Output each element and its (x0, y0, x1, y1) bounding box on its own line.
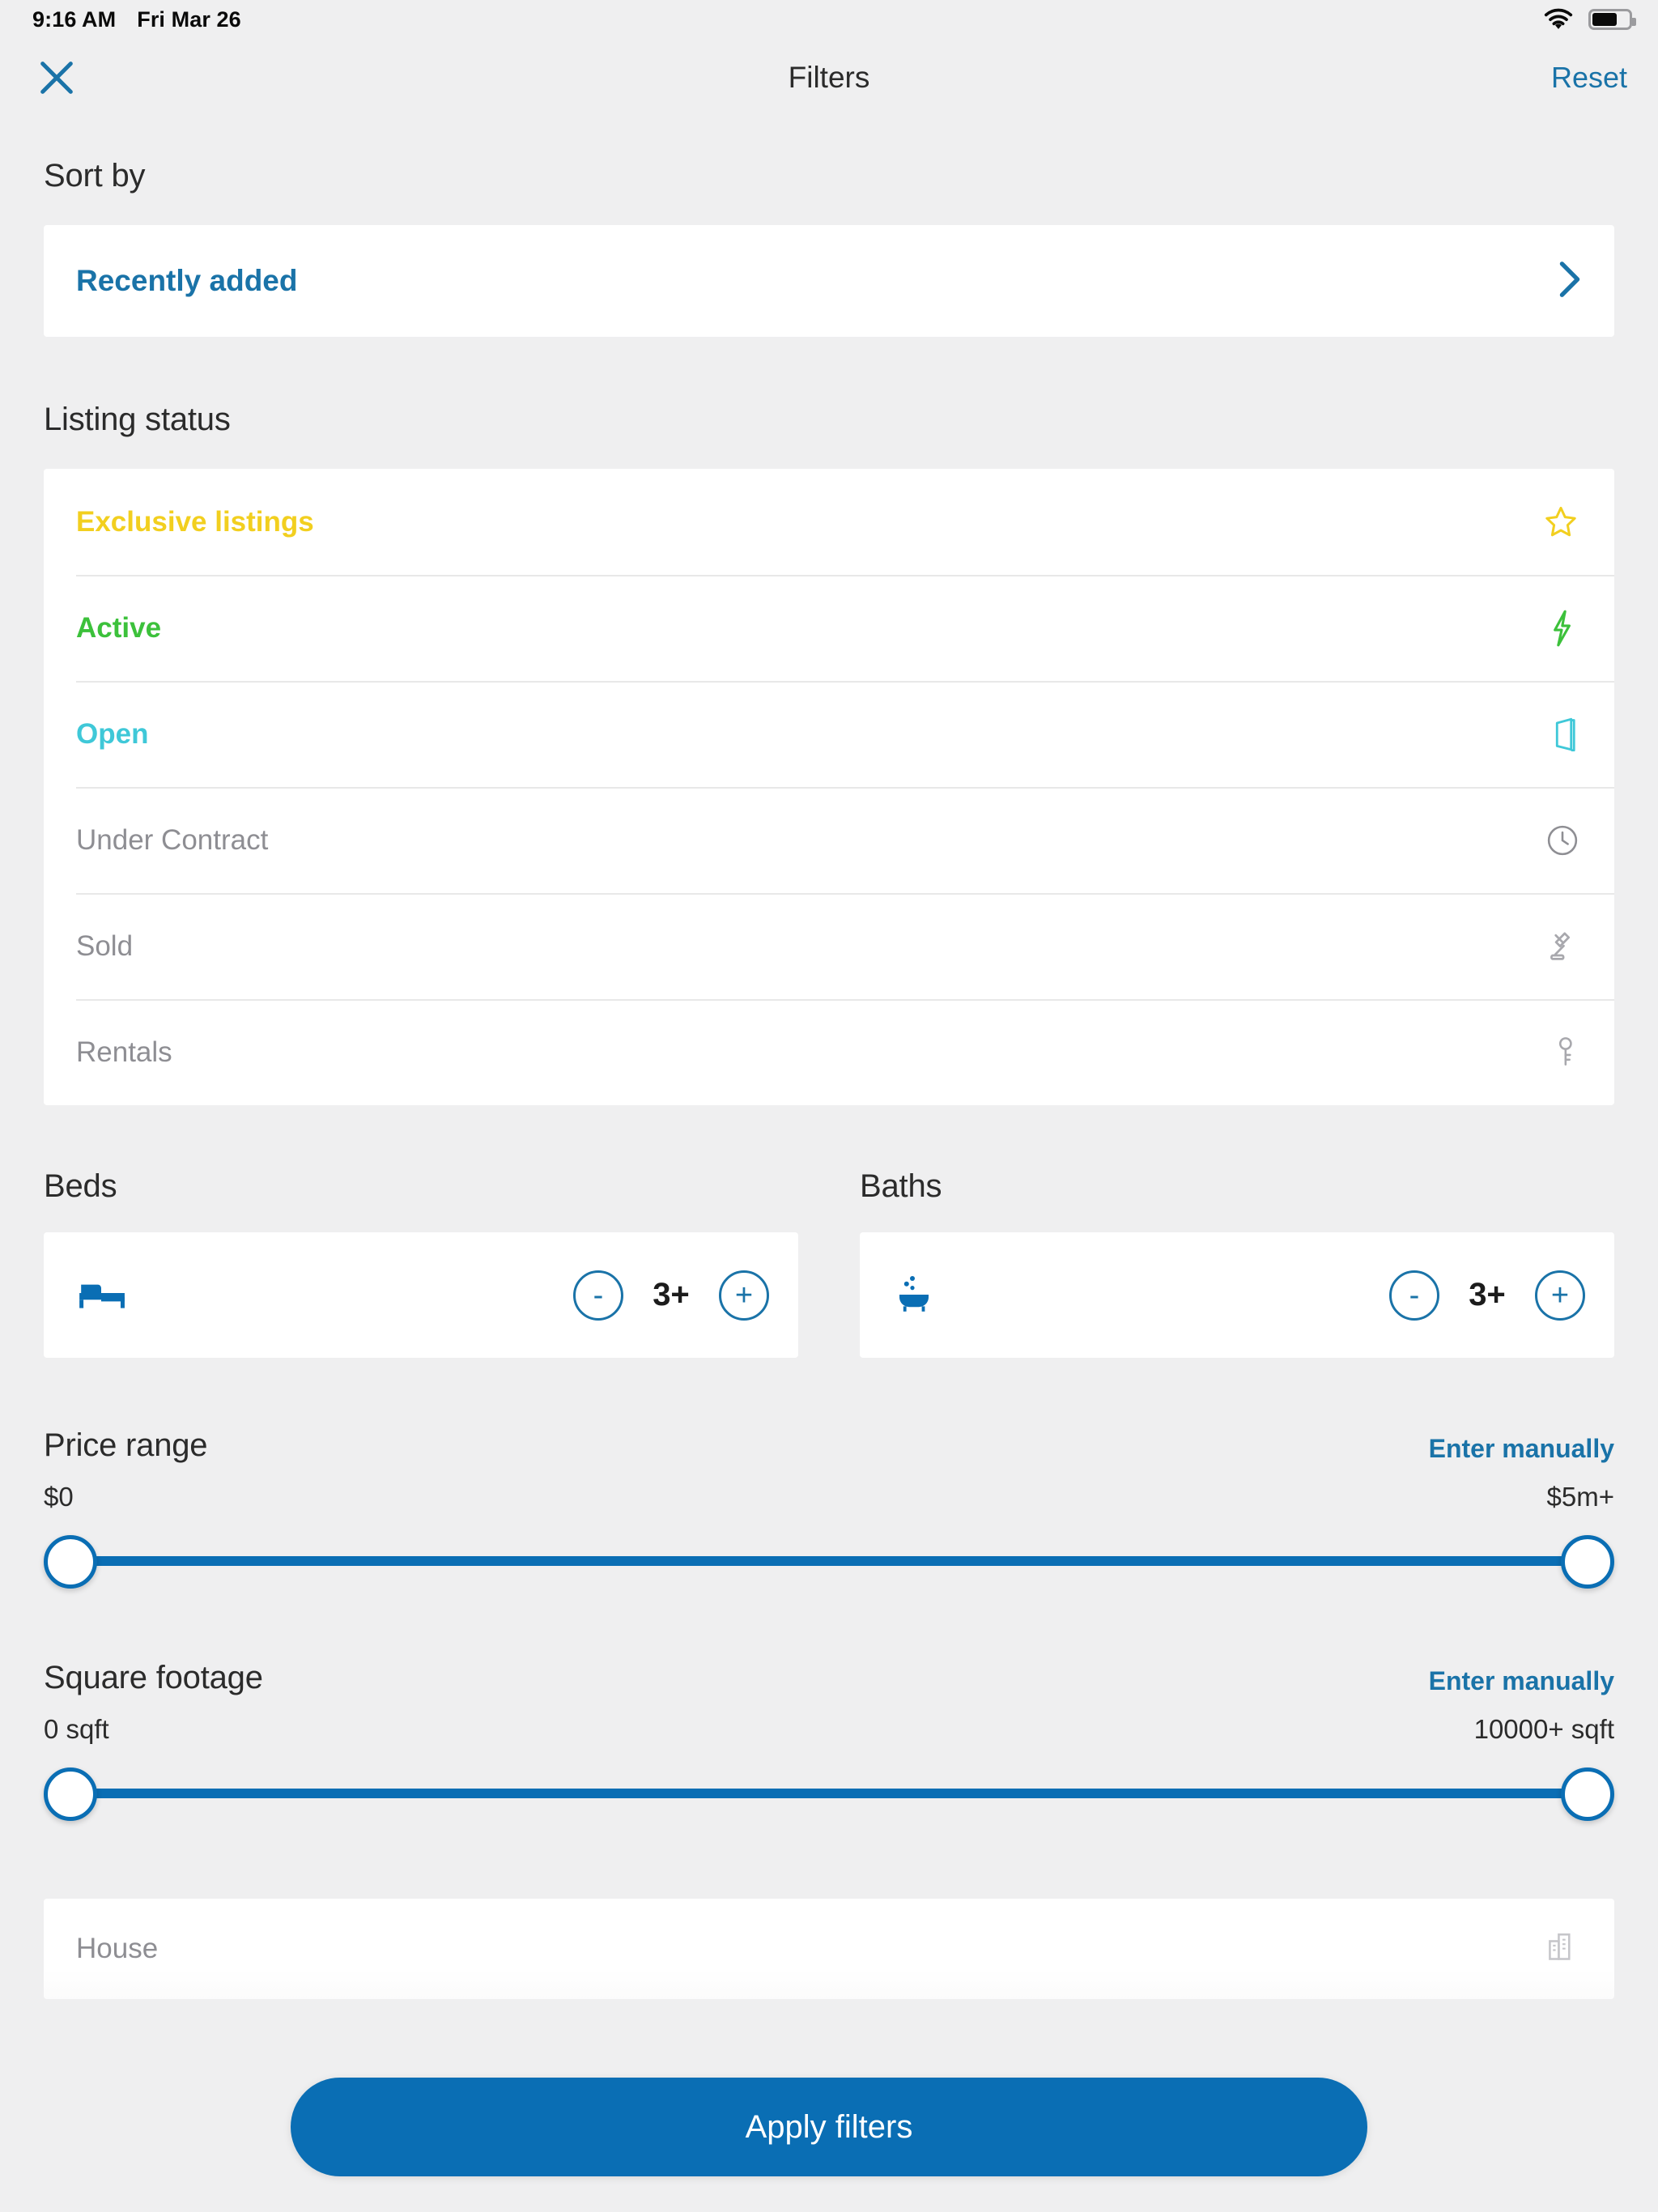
filters-screen: 9:16 AM Fri Mar 26 Filters Reset Sort by… (0, 0, 1658, 2212)
listing-status-label: Exclusive listings (76, 505, 314, 538)
beds-decrement-button[interactable]: - (573, 1270, 623, 1321)
battery-icon (1588, 9, 1636, 30)
beds-value: 3+ (653, 1277, 690, 1312)
sqft-enter-manually-link[interactable]: Enter manually (1429, 1666, 1614, 1696)
baths-column: Baths - 3+ + (860, 1168, 1614, 1358)
chevron-right-icon (1558, 260, 1582, 303)
status-bar: 9:16 AM Fri Mar 26 (0, 0, 1658, 39)
beds-column: Beds - 3+ + (44, 1168, 798, 1358)
sort-by-select[interactable]: Recently added (44, 225, 1614, 337)
listing-status-option-sold[interactable]: Sold (44, 893, 1614, 999)
bathtub-icon (892, 1272, 936, 1318)
apply-filters-bar: Apply filters (0, 2078, 1658, 2176)
building-icon (1545, 1928, 1580, 1971)
baths-decrement-button[interactable]: - (1389, 1270, 1439, 1321)
sort-by-heading: Sort by (44, 158, 146, 194)
key-icon (1548, 1035, 1580, 1070)
listing-status-label: Open (76, 717, 149, 750)
price-slider-track (74, 1556, 1584, 1566)
beds-increment-button[interactable]: + (719, 1270, 769, 1321)
price-slider-min-handle[interactable] (44, 1535, 97, 1589)
navigation-bar: Filters Reset (0, 39, 1658, 116)
price-range-heading: Price range (44, 1427, 208, 1463)
close-icon[interactable] (31, 52, 83, 104)
square-footage-slider[interactable] (44, 1756, 1614, 1824)
listing-status-label: Under Contract (76, 823, 269, 856)
baths-stepper: - 3+ + (1389, 1270, 1585, 1321)
sqft-min-label: 0 sqft (44, 1714, 109, 1744)
property-type-card: House (44, 1899, 1614, 1999)
price-range-header: Price range Enter manually (0, 1427, 1658, 1464)
listing-status-option-exclusive[interactable]: Exclusive listings (44, 469, 1614, 575)
reset-button[interactable]: Reset (1551, 61, 1627, 95)
baths-heading: Baths (860, 1168, 942, 1204)
listing-status-label: Rentals (76, 1036, 172, 1068)
sqft-max-label: 10000+ sqft (1473, 1714, 1614, 1744)
sort-by-card: Recently added (44, 225, 1614, 337)
property-type-option-house[interactable]: House (44, 1899, 1614, 1999)
sqft-slider-max-handle[interactable] (1561, 1767, 1614, 1821)
property-type-label: House (76, 1933, 159, 1964)
beds-card: - 3+ + (44, 1232, 798, 1358)
filters-content: Sort by Recently added Listing status Ex… (0, 116, 1658, 1999)
lightning-icon (1543, 608, 1580, 649)
sqft-slider-min-handle[interactable] (44, 1767, 97, 1821)
square-footage-header: Square footage Enter manually (0, 1660, 1658, 1696)
listing-status-heading: Listing status (44, 402, 231, 437)
listing-status-label: Sold (76, 929, 134, 962)
apply-filters-button[interactable]: Apply filters (291, 2078, 1367, 2176)
status-bar-time: 9:16 AM (32, 6, 117, 32)
listing-status-option-under-contract[interactable]: Under Contract (44, 787, 1614, 893)
listing-status-option-rentals[interactable]: Rentals (44, 999, 1614, 1105)
price-min-label: $0 (44, 1482, 74, 1512)
status-bar-date: Fri Mar 26 (137, 6, 241, 32)
price-max-label: $5m+ (1546, 1482, 1614, 1512)
price-slider-max-handle[interactable] (1561, 1535, 1614, 1589)
price-enter-manually-link[interactable]: Enter manually (1429, 1434, 1614, 1464)
bed-icon (76, 1274, 126, 1316)
clock-icon (1545, 823, 1580, 858)
beds-stepper: - 3+ + (573, 1270, 769, 1321)
gavel-icon (1545, 929, 1580, 964)
star-icon (1541, 503, 1580, 542)
price-range-slider[interactable] (44, 1524, 1614, 1592)
page-title: Filters (788, 60, 870, 94)
price-range-slider-block: $0 $5m+ (0, 1482, 1658, 1592)
baths-card: - 3+ + (860, 1232, 1614, 1358)
listing-status-option-active[interactable]: Active (44, 575, 1614, 681)
listing-status-label: Active (76, 611, 162, 644)
baths-value: 3+ (1469, 1277, 1506, 1312)
wifi-icon (1543, 8, 1574, 31)
square-footage-slider-block: 0 sqft 10000+ sqft (0, 1714, 1658, 1824)
open-door-icon (1548, 715, 1580, 754)
listing-status-option-open[interactable]: Open (44, 681, 1614, 787)
beds-baths-section: Beds - 3+ + Baths - 3+ + (0, 1168, 1658, 1358)
listing-status-card: Exclusive listings Active Open Under Con… (44, 469, 1614, 1105)
sqft-slider-track (74, 1789, 1584, 1798)
sort-by-value: Recently added (76, 264, 298, 297)
baths-increment-button[interactable]: + (1535, 1270, 1585, 1321)
beds-heading: Beds (44, 1168, 117, 1204)
square-footage-heading: Square footage (44, 1660, 263, 1695)
